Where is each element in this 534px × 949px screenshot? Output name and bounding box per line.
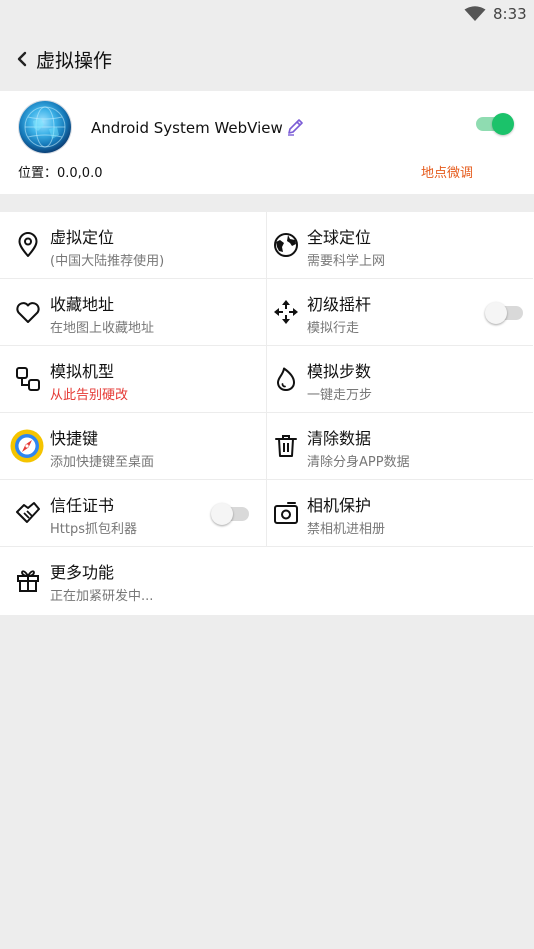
- move-arrows-icon: [274, 300, 298, 324]
- chevron-left-icon[interactable]: [14, 50, 30, 68]
- feature-title: 收藏地址: [50, 295, 115, 314]
- feature-title: 快捷键: [50, 429, 99, 448]
- feature-title: 初级摇杆: [307, 295, 372, 314]
- feature-subtitle: 从此告别硬改: [50, 388, 129, 403]
- app-bar: 虚拟操作: [0, 28, 534, 90]
- heart-icon: [16, 302, 40, 323]
- status-bar: 8:33: [0, 0, 534, 28]
- feature-subtitle: 一键走万步: [307, 388, 373, 403]
- location-pin-icon: [18, 232, 38, 257]
- feature-subtitle: 在地图上收藏地址: [50, 321, 155, 336]
- app-enable-toggle[interactable]: [474, 111, 514, 135]
- feature-title: 模拟步数: [307, 362, 372, 381]
- feature-subtitle: 正在加紧研发中...: [50, 589, 154, 604]
- status-time: 8:33: [493, 5, 527, 23]
- feature-camera-protection[interactable]: 相机保护 禁相机进相册: [266, 480, 533, 547]
- feature-subtitle: 禁相机进相册: [307, 522, 386, 537]
- feature-subtitle: 需要科学上网: [307, 254, 386, 269]
- device-model-icon: [16, 367, 40, 391]
- feature-saved-addresses[interactable]: 收藏地址 在地图上收藏地址: [0, 279, 266, 346]
- feature-subtitle: 模拟行走: [307, 321, 360, 336]
- trash-icon: [275, 435, 297, 457]
- gift-icon: [17, 570, 39, 592]
- feature-title: 模拟机型: [50, 362, 115, 381]
- feature-title: 虚拟定位: [50, 228, 115, 247]
- joystick-toggle[interactable]: [485, 300, 525, 324]
- globe-icon: [274, 233, 298, 257]
- feature-grid: 虚拟定位 (中国大陆推荐使用) 全球定位 需要科学上网 收藏地址 在地图上收藏地…: [0, 212, 534, 615]
- feature-shortcut[interactable]: 快捷键 添加快捷键至桌面: [0, 413, 266, 480]
- feature-trust-certificate[interactable]: 信任证书 Https抓包利器: [0, 480, 266, 547]
- feature-clear-data[interactable]: 清除数据 清除分身APP数据: [266, 413, 533, 480]
- page-title: 虚拟操作: [36, 50, 113, 72]
- feature-basic-joystick[interactable]: 初级摇杆 模拟行走: [266, 279, 533, 346]
- feature-subtitle: (中国大陆推荐使用): [50, 254, 165, 269]
- toggle-thumb: [492, 113, 514, 135]
- flame-icon: [277, 367, 295, 391]
- feature-subtitle: 清除分身APP数据: [307, 455, 410, 470]
- pencil-edit-icon[interactable]: [285, 117, 305, 137]
- feature-title: 相机保护: [307, 496, 372, 515]
- app-card: Android System WebView 位置：0.0,0.0 地点微调: [0, 91, 534, 194]
- feature-more[interactable]: 更多功能 正在加紧研发中...: [0, 547, 534, 613]
- app-name: Android System WebView: [91, 119, 283, 137]
- feature-subtitle: Https抓包利器: [50, 522, 137, 537]
- feature-title: 更多功能: [50, 563, 115, 582]
- camera-icon: [274, 502, 298, 524]
- certificate-toggle[interactable]: [211, 501, 251, 525]
- feature-global-location[interactable]: 全球定位 需要科学上网: [266, 212, 533, 279]
- certificate-icon: [16, 502, 40, 523]
- feature-subtitle: 添加快捷键至桌面: [50, 455, 155, 470]
- feature-title: 信任证书: [50, 496, 115, 515]
- wifi-icon: [464, 6, 486, 21]
- fine-tune-link[interactable]: 地点微调: [421, 162, 473, 181]
- toggle-thumb: [485, 302, 507, 324]
- feature-title: 清除数据: [307, 429, 372, 448]
- feature-virtual-location[interactable]: 虚拟定位 (中国大陆推荐使用): [0, 212, 266, 279]
- compass-app-icon: [10, 429, 44, 463]
- position-label: 位置：0.0,0.0: [18, 166, 103, 181]
- feature-device-model[interactable]: 模拟机型 从此告别硬改: [0, 346, 266, 413]
- feature-step-simulation[interactable]: 模拟步数 一键走万步: [266, 346, 533, 413]
- webview-app-icon: [19, 101, 71, 153]
- feature-title: 全球定位: [307, 228, 372, 247]
- toggle-thumb: [211, 503, 233, 525]
